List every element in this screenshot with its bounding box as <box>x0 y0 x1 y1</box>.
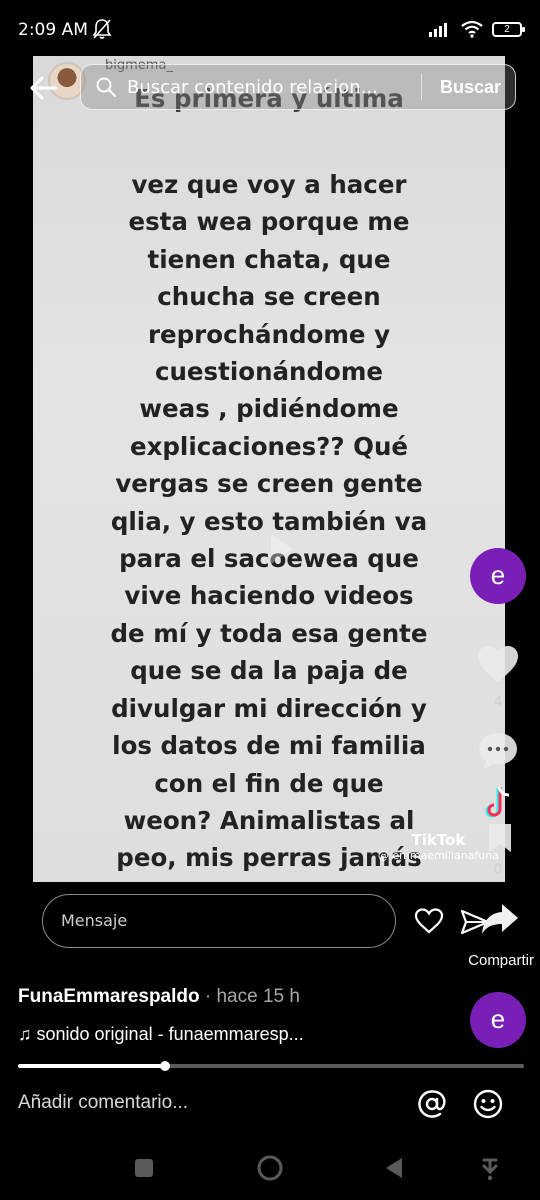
comment-bubble-icon[interactable] <box>476 730 520 772</box>
search-icon <box>96 77 117 98</box>
video-progress-handle[interactable] <box>159 1061 170 1071</box>
bookmark-icon[interactable] <box>486 822 514 854</box>
like-count: 4 <box>493 694 503 710</box>
message-input[interactable]: Mensaje <box>42 894 396 948</box>
search-button[interactable]: Buscar <box>426 77 515 98</box>
search-bar[interactable]: Buscar contenido relacion... Buscar <box>80 64 516 110</box>
back-arrow-icon[interactable] <box>26 70 62 106</box>
status-icons: 2 <box>428 20 525 38</box>
play-icon <box>271 534 293 564</box>
status-time: 2:09 AM <box>18 20 88 40</box>
wifi-icon <box>461 20 483 38</box>
search-input[interactable]: Buscar contenido relacion... <box>127 77 417 98</box>
share-label[interactable]: Compartir <box>468 952 534 969</box>
emoji-icon[interactable] <box>472 1088 504 1120</box>
keyboard-hide-icon[interactable] <box>478 1156 502 1182</box>
tiktok-logo-icon <box>485 786 510 818</box>
bell-off-icon <box>92 19 112 39</box>
signal-icon <box>429 23 447 37</box>
video-player[interactable]: bigmema_ Es primera y última vez que voy… <box>33 56 505 882</box>
comment-input[interactable]: Añadir comentario... <box>18 1092 188 1114</box>
tiktok-handle: @ emmaemilianafuna <box>377 849 499 862</box>
post-author-name[interactable]: FunaEmmarespaldo <box>18 986 200 1007</box>
author-avatar[interactable]: e <box>470 992 526 1048</box>
tiktok-brand: TikTok <box>411 831 466 849</box>
tiktok-watermark: TikTok @ emmaemilianafuna <box>378 831 499 862</box>
like-heart-icon[interactable] <box>476 644 520 684</box>
system-navigation-bar <box>0 1130 540 1200</box>
message-heart-icon[interactable] <box>414 907 444 935</box>
back-triangle-icon[interactable] <box>382 1156 406 1180</box>
post-author[interactable]: FunaEmmarespaldo · hace 15 h <box>18 986 300 1008</box>
profile-avatar[interactable]: e <box>470 548 526 604</box>
sound-label[interactable]: ♫ sonido original - funaemmaresp... <box>18 1024 304 1045</box>
search-divider <box>420 74 422 100</box>
bookmark-count: 0 <box>493 862 503 878</box>
battery-icon: 2 <box>492 21 525 37</box>
share-arrow-icon[interactable] <box>480 898 520 938</box>
recents-square-icon[interactable] <box>134 1158 154 1178</box>
post-time: · hace 15 h <box>199 986 300 1007</box>
home-circle-icon[interactable] <box>256 1154 284 1182</box>
video-progress-fill <box>18 1064 165 1068</box>
mention-at-icon[interactable] <box>416 1088 448 1120</box>
video-progress-bar[interactable] <box>18 1064 524 1068</box>
